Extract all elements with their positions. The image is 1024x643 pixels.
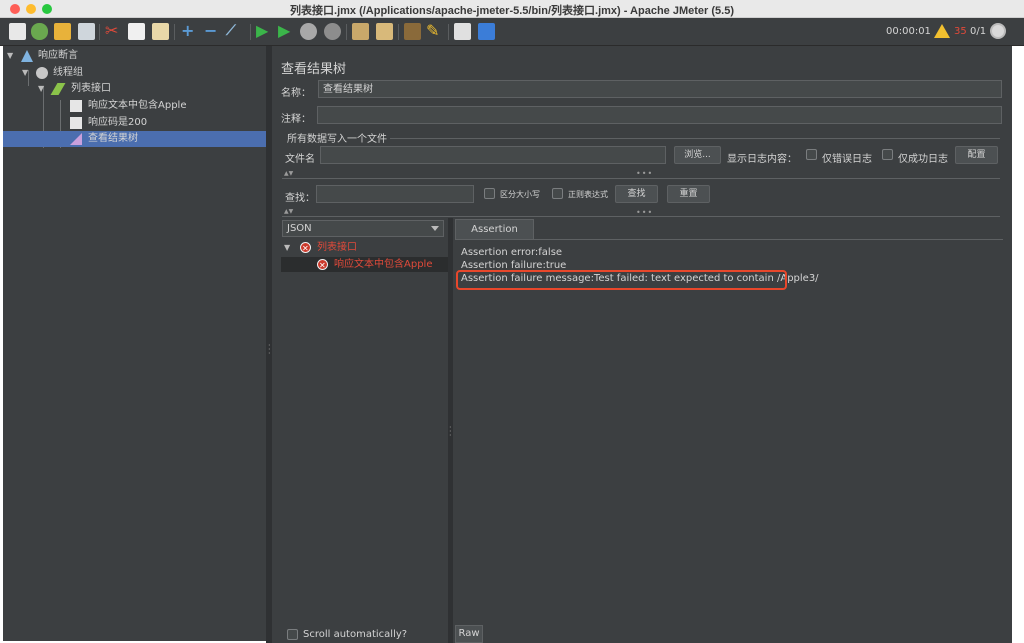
tree-item-label: 响应文本中包含Apple	[88, 100, 187, 111]
filename-field[interactable]	[320, 146, 666, 164]
tab-assertion-result[interactable]: Assertion result	[455, 219, 534, 254]
reset-button[interactable]: 重置	[667, 185, 710, 203]
file-section-label: 所有数据写入一个文件	[287, 134, 387, 145]
comment-field[interactable]	[317, 106, 1002, 124]
tree-item-test-plan[interactable]: ▼ 响应断言	[3, 48, 266, 64]
regex-checkbox[interactable]	[552, 188, 563, 199]
shutdown-icon[interactable]	[324, 23, 341, 40]
sample-item-http-request[interactable]: ▼ 列表接口	[281, 240, 448, 256]
gear-icon	[36, 67, 48, 79]
search-field[interactable]	[316, 185, 474, 203]
reset-search-icon[interactable]: ✎	[426, 22, 439, 40]
case-sensitive-checkbox[interactable]	[484, 188, 495, 199]
section-grip[interactable]: •••	[636, 169, 653, 178]
clear-icon[interactable]	[352, 23, 369, 40]
error-shield-icon	[300, 241, 311, 256]
tree-item-label: 列表接口	[71, 83, 111, 94]
log-content-label: 显示日志内容：	[727, 154, 797, 165]
highlight-annotation	[456, 270, 787, 290]
name-label: 名称：	[281, 88, 311, 99]
assertion-error-line: Assertion error:false	[461, 247, 563, 258]
clear-all-icon[interactable]	[376, 23, 393, 40]
configure-button[interactable]: 配置	[955, 146, 998, 164]
tab-raw[interactable]: Raw	[455, 625, 483, 643]
sample-item-label: 列表接口	[317, 242, 357, 253]
collapse-arrows[interactable]: ▲▼	[284, 208, 293, 215]
tree-expand-icon[interactable]: ▼	[38, 81, 44, 97]
toggle-icon[interactable]: ⟋	[226, 22, 236, 40]
collapse-icon[interactable]: −	[204, 22, 217, 40]
tree-item-label: 响应断言	[38, 50, 78, 61]
success-only-checkbox[interactable]	[882, 149, 893, 160]
regex-label: 正则表达式	[568, 190, 608, 199]
splitter-grip[interactable]: · · ·	[449, 424, 452, 440]
tree-item-http-request[interactable]: ▼ 列表接口	[3, 81, 266, 97]
tree-item-label: 线程组	[53, 67, 83, 78]
renderer-select[interactable]: JSON	[282, 220, 444, 237]
stop-icon[interactable]	[300, 23, 317, 40]
cut-icon[interactable]: ✂	[105, 22, 118, 40]
search-label: 查找：	[285, 193, 315, 204]
help-icon[interactable]	[478, 23, 495, 40]
browse-button[interactable]: 浏览...	[674, 146, 721, 164]
errors-only-checkbox[interactable]	[806, 149, 817, 160]
filename-label: 文件名	[285, 154, 315, 165]
scroll-auto-label: Scroll automatically?	[303, 629, 408, 640]
case-sensitive-label: 区分大小写	[500, 190, 540, 199]
comment-label: 注释：	[281, 114, 311, 125]
renderer-select-value: JSON	[287, 223, 312, 234]
tree-item-view-results-tree[interactable]: 查看结果树	[3, 131, 266, 147]
assertion-icon	[70, 100, 82, 112]
tree-item-response-assertion[interactable]: 响应文本中包含Apple	[3, 98, 266, 114]
elapsed-timer: 00:00:01	[886, 26, 931, 37]
find-button[interactable]: 查找	[615, 185, 658, 203]
assertion-icon	[70, 117, 82, 129]
start-no-pause-icon[interactable]: ▶	[278, 22, 290, 40]
splitter-grip[interactable]: · · ·	[268, 342, 271, 358]
search-icon[interactable]	[404, 23, 421, 40]
remote-icon[interactable]	[990, 23, 1006, 39]
sample-item-label: 响应文本中包含Apple	[334, 259, 433, 270]
warning-icon[interactable]	[934, 24, 950, 38]
tree-item-thread-group[interactable]: ▼ 线程组	[3, 65, 266, 81]
expand-icon[interactable]: +	[181, 22, 194, 40]
chevron-down-icon	[431, 226, 439, 231]
tree-item-response-code-assertion[interactable]: 响应码是200	[3, 115, 266, 131]
save-icon[interactable]	[78, 23, 95, 40]
success-only-label: 仅成功日志	[898, 154, 948, 165]
collapse-arrows[interactable]: ▲▼	[284, 170, 293, 177]
panel-title: 查看结果树	[281, 62, 347, 77]
tree-item-label: 响应码是200	[88, 117, 148, 128]
title-bar: 列表接口.jmx (/Applications/apache-jmeter-5.…	[0, 0, 1024, 18]
toolbar: ✂ + − ⟋ ▶ ▶ ✎	[0, 18, 1024, 46]
name-field[interactable]: 查看结果树	[318, 80, 1002, 98]
start-icon[interactable]: ▶	[256, 22, 268, 40]
pipette-icon	[50, 83, 66, 95]
window-title: 列表接口.jmx (/Applications/apache-jmeter-5.…	[290, 5, 734, 17]
open-icon[interactable]	[54, 23, 71, 40]
errors-only-label: 仅错误日志	[822, 154, 872, 165]
sample-item-assertion[interactable]: 响应文本中包含Apple	[281, 257, 448, 273]
function-helper-icon[interactable]	[454, 23, 471, 40]
tree-item-label: 查看结果树	[88, 133, 138, 144]
assertion-result-area: Assertion error:false Assertion failure:…	[455, 239, 1003, 625]
thread-count: 0/1	[970, 26, 987, 37]
copy-icon[interactable]	[128, 23, 145, 40]
sample-result-tree: ▼ 列表接口 响应文本中包含Apple	[281, 238, 448, 618]
scroll-auto-checkbox[interactable]	[287, 629, 298, 640]
error-shield-icon	[317, 258, 328, 273]
tree-expand-icon[interactable]: ▼	[7, 48, 13, 64]
view-results-tree-panel: 查看结果树 名称： 查看结果树 注释： 所有数据写入一个文件 文件名 浏览...…	[272, 46, 1012, 643]
flask-icon	[21, 50, 33, 62]
paste-icon[interactable]	[152, 23, 169, 40]
tree-expand-icon[interactable]: ▼	[22, 65, 28, 81]
section-grip[interactable]: •••	[636, 208, 653, 217]
test-plan-tree: ▼ 响应断言 ▼ 线程组 ▼ 列表接口 响应文本中包含Apple 响应码是200…	[3, 46, 266, 641]
templates-icon[interactable]	[31, 23, 48, 40]
chart-icon	[70, 133, 82, 145]
warning-count: 35	[954, 26, 967, 37]
new-icon[interactable]	[9, 23, 26, 40]
tree-expand-icon[interactable]: ▼	[284, 240, 290, 255]
